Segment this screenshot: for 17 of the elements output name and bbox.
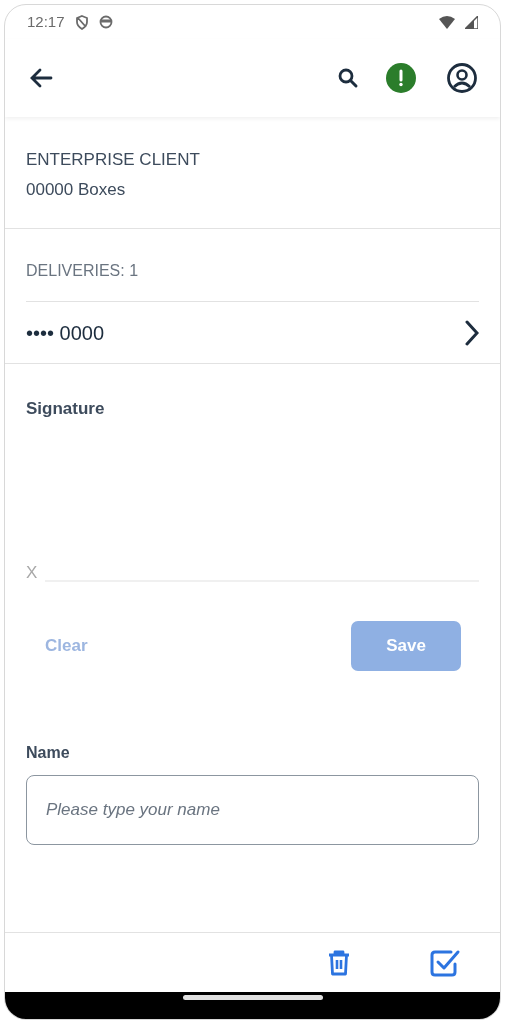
profile-button[interactable] [446, 62, 478, 94]
wifi-icon [439, 15, 455, 29]
signature-mark: X [26, 561, 38, 584]
status-time: 12:17 [27, 11, 65, 32]
alert-button[interactable] [386, 63, 416, 93]
exclamation-icon [398, 69, 404, 87]
name-label: Name [26, 744, 70, 761]
client-subtitle: 00000 Boxes [26, 178, 127, 201]
shield-icon [74, 14, 89, 30]
client-title: ENTERPRISE CLIENT [26, 149, 201, 171]
deliveries-heading: DELIVERIES: 1 [26, 262, 139, 279]
signature-label: Signature [26, 399, 105, 418]
name-input[interactable]: Please type your name [26, 775, 479, 845]
chevron-icon [465, 319, 479, 346]
status-icon [98, 15, 113, 29]
delivery-item[interactable]: •••• 0000 [5, 302, 500, 364]
signal-icon [465, 15, 478, 29]
